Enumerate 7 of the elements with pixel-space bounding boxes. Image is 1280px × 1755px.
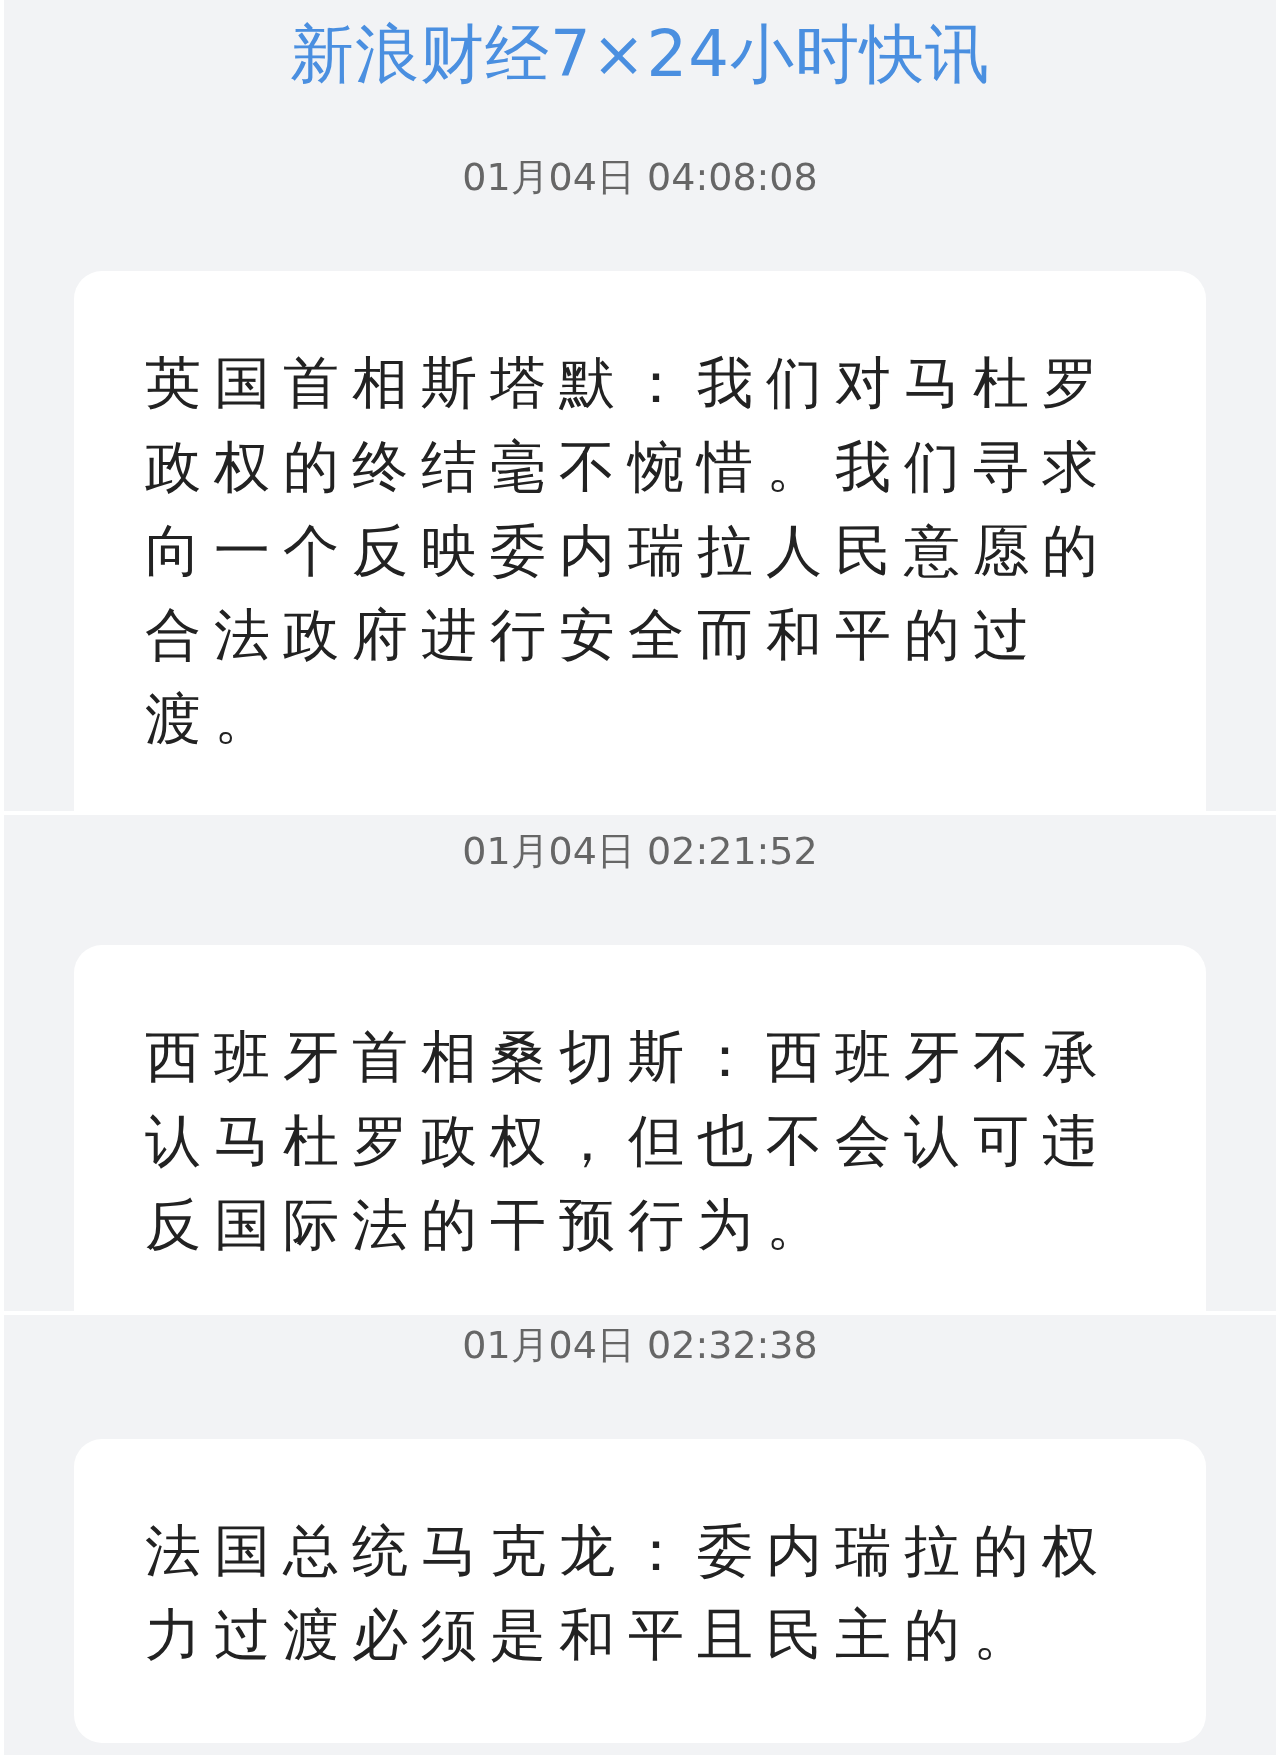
news-text: 法国总统马克龙：委内瑞拉的权力过渡必须是和平且民主的。 — [145, 1517, 1112, 1669]
page-title: 新浪财经7×24小时快讯 — [290, 16, 990, 93]
news-text: 西班牙首相桑切斯：西班牙不承认马杜罗政权，但也不会认可违反国际法的干预行为。 — [145, 1023, 1112, 1259]
timestamp: 01月04日 02:32:38 — [462, 1322, 818, 1369]
news-text: 英国首相斯塔默：我们对马杜罗政权的终结毫不惋惜。我们寻求向一个反映委内瑞拉人民意愿的合法政府进行安全而和平的过渡。 — [145, 349, 1112, 753]
timestamp: 01月04日 04:08:08 — [462, 154, 818, 201]
timestamp: 01月04日 02:21:52 — [462, 828, 818, 875]
